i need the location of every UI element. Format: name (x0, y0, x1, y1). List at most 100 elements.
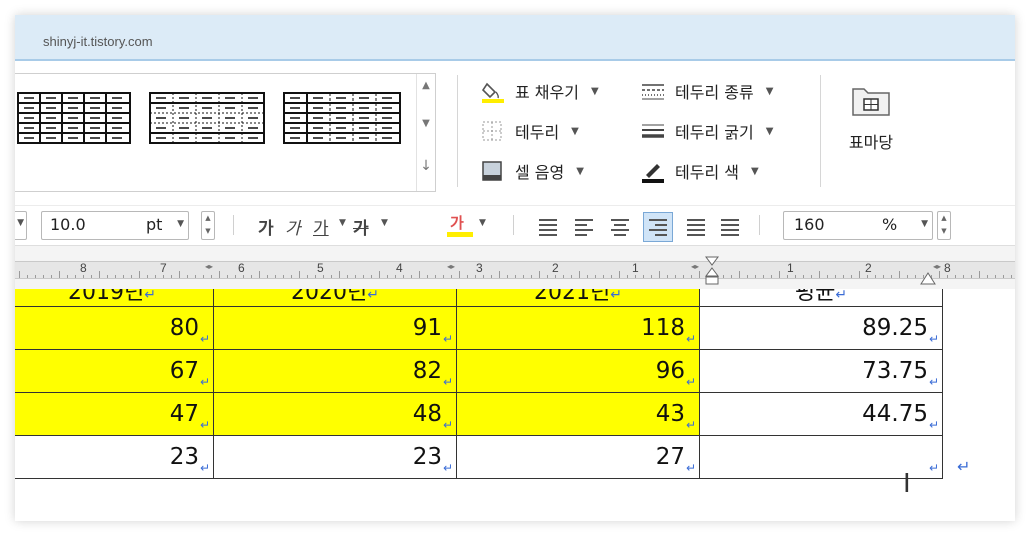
highlight-button[interactable]: 가 (450, 212, 464, 233)
border-button[interactable]: 테두리 ▼ (481, 119, 579, 143)
table-style-button[interactable]: 표마당 (841, 83, 901, 153)
table-cell[interactable]: 67 ↵ (15, 349, 214, 393)
border-color-button[interactable]: 테두리 색 ▼ (641, 159, 759, 183)
watermark-text: shinyj-it.tistory.com (43, 34, 153, 49)
cell-value: 67 (169, 358, 199, 384)
table-cell[interactable]: 27 ↵ (456, 435, 700, 479)
line-spacing-spinner[interactable]: ▲ ▼ (937, 211, 951, 240)
gallery-scrollbar[interactable]: ▲ ▼ ↓ (416, 74, 435, 191)
return-mark-icon: ↵ (199, 375, 210, 389)
return-mark-icon: ↵ (957, 457, 971, 476)
return-mark-icon: ↵ (685, 375, 696, 389)
highlight-color-swatch (447, 232, 473, 237)
gallery-expand-icon[interactable]: ↓ (417, 158, 435, 174)
ruler-tick (467, 275, 468, 278)
table-cell[interactable]: 43 ↵ (456, 392, 700, 436)
table-style-option-3[interactable] (283, 92, 401, 144)
text-cursor-icon: I (903, 469, 911, 499)
table-cell[interactable]: 47 ↵ (15, 392, 214, 436)
chevron-down-icon[interactable]: ▼ (571, 126, 579, 137)
chevron-down-icon[interactable]: ▼ (766, 126, 774, 137)
ruler-tick (115, 275, 116, 278)
table-row: 23 ↵ 23 ↵ 27 ↵ ↵ (15, 435, 943, 479)
column-marker-icon[interactable]: ◂▸ (691, 262, 701, 273)
font-size-value[interactable]: 10.0 (50, 215, 86, 234)
table-cell[interactable]: 89.25 ↵ (699, 306, 943, 350)
spin-up-icon[interactable]: ▲ (938, 212, 950, 225)
table-cell[interactable]: 82 ↵ (213, 349, 457, 393)
align-divide-button[interactable] (719, 216, 741, 236)
table-cell[interactable]: 48 ↵ (213, 392, 457, 436)
underline-button[interactable]: 가 (313, 214, 329, 239)
border-thickness-button[interactable]: 테두리 굵기 ▼ (641, 119, 773, 143)
table-header-cell[interactable]: 2021년↵ (456, 289, 700, 307)
table-header-cell[interactable]: 2020년↵ (213, 289, 457, 307)
font-size-combo[interactable]: 10.0 pt ▼ (41, 211, 189, 240)
pen-icon (641, 160, 665, 183)
strikethrough-button[interactable]: 가 (353, 214, 369, 239)
spin-down-icon[interactable]: ▼ (202, 225, 214, 238)
table-cell[interactable]: 118 ↵ (456, 306, 700, 350)
table-cell[interactable]: 80 ↵ (15, 306, 214, 350)
chevron-down-icon[interactable]: ▼ (766, 86, 774, 97)
column-marker-icon[interactable]: ◂▸ (205, 262, 215, 273)
ruler-tick (899, 271, 900, 278)
cell-shading-button[interactable]: 셀 음영 ▼ (481, 159, 584, 183)
ruler-tick (963, 275, 964, 278)
data-table[interactable]: 2019년↵ 2020년↵ 2021년↵ 평균↵ 80 ↵ 91 ↵ 118 ↵ 89… (15, 289, 943, 479)
document-area[interactable]: 2019년↵ 2020년↵ 2021년↵ 평균↵ 80 ↵ 91 ↵ 118 ↵ 89… (15, 289, 1015, 521)
chevron-down-icon[interactable]: ▼ (921, 219, 928, 229)
ruler-tick (627, 275, 628, 278)
ruler-tick (683, 275, 684, 278)
line-spacing-value[interactable]: 160 (794, 215, 825, 234)
chevron-down-icon[interactable]: ▼ (591, 86, 599, 97)
chevron-down-icon[interactable]: ▼ (339, 218, 346, 228)
table-cell[interactable]: 23 ↵ (15, 435, 214, 479)
bold-button[interactable]: 가 (258, 214, 274, 239)
chevron-down-icon[interactable]: ▼ (576, 166, 584, 177)
table-cell[interactable]: 23 ↵ (213, 435, 457, 479)
align-distribute-button[interactable] (685, 216, 707, 236)
chevron-down-icon[interactable]: ▼ (751, 166, 759, 177)
chevron-down-icon[interactable]: ▼ (177, 219, 184, 229)
spin-up-icon[interactable]: ▲ (202, 212, 214, 225)
ruler-label: 8 (944, 261, 951, 275)
gallery-scroll-up-icon[interactable]: ▲ (417, 80, 435, 91)
column-marker-icon[interactable]: ◂▸ (447, 262, 457, 273)
chevron-down-icon[interactable]: ▼ (479, 218, 486, 228)
italic-button[interactable]: 가 (285, 214, 301, 239)
chevron-down-icon[interactable]: ▼ (381, 218, 388, 228)
ruler-tick (307, 275, 308, 278)
align-justify-button[interactable] (537, 216, 559, 236)
align-right-button[interactable] (643, 212, 673, 242)
table-cell[interactable]: 44.75 ↵ (699, 392, 943, 436)
table-style-option-2[interactable] (149, 92, 265, 144)
ruler-tick (515, 275, 516, 278)
ruler-tick (483, 275, 484, 278)
font-name-dropdown[interactable]: ▼ (15, 211, 27, 240)
indent-marker-icon[interactable] (704, 256, 720, 290)
table-cell[interactable]: 96 ↵ (456, 349, 700, 393)
border-type-icon (641, 80, 665, 102)
ruler-tick (91, 275, 92, 278)
table-cell[interactable]: 91 ↵ (213, 306, 457, 350)
table-header-cell[interactable]: 2019년↵ (15, 289, 214, 307)
gallery-scroll-down-icon[interactable]: ▼ (417, 118, 435, 129)
ruler-tick (619, 271, 620, 278)
font-size-spinner[interactable]: ▲ ▼ (201, 211, 215, 240)
align-left-button[interactable] (573, 216, 595, 236)
border-type-button[interactable]: 테두리 종류 ▼ (641, 79, 773, 103)
font-unit-value: pt (146, 215, 163, 234)
table-fill-button[interactable]: 표 채우기 ▼ (481, 79, 599, 103)
horizontal-ruler[interactable]: 8 7 6 5 4 3 2 1 1 2 8 ◂▸ ◂▸ ◂▸ ◂▸ (15, 245, 1015, 290)
return-mark-icon: ↵ (928, 332, 939, 346)
table-header-cell[interactable]: 평균↵ (699, 289, 943, 307)
table-style-option-1[interactable] (17, 92, 131, 144)
chevron-down-icon[interactable]: ▼ (17, 218, 24, 228)
line-spacing-combo[interactable]: 160 % ▼ (783, 211, 933, 240)
right-indent-marker-icon[interactable] (920, 272, 936, 286)
table-cell[interactable]: 73.75 ↵ (699, 349, 943, 393)
ruler-tick (419, 271, 420, 278)
spin-down-icon[interactable]: ▼ (938, 225, 950, 238)
align-center-button[interactable] (609, 216, 631, 236)
